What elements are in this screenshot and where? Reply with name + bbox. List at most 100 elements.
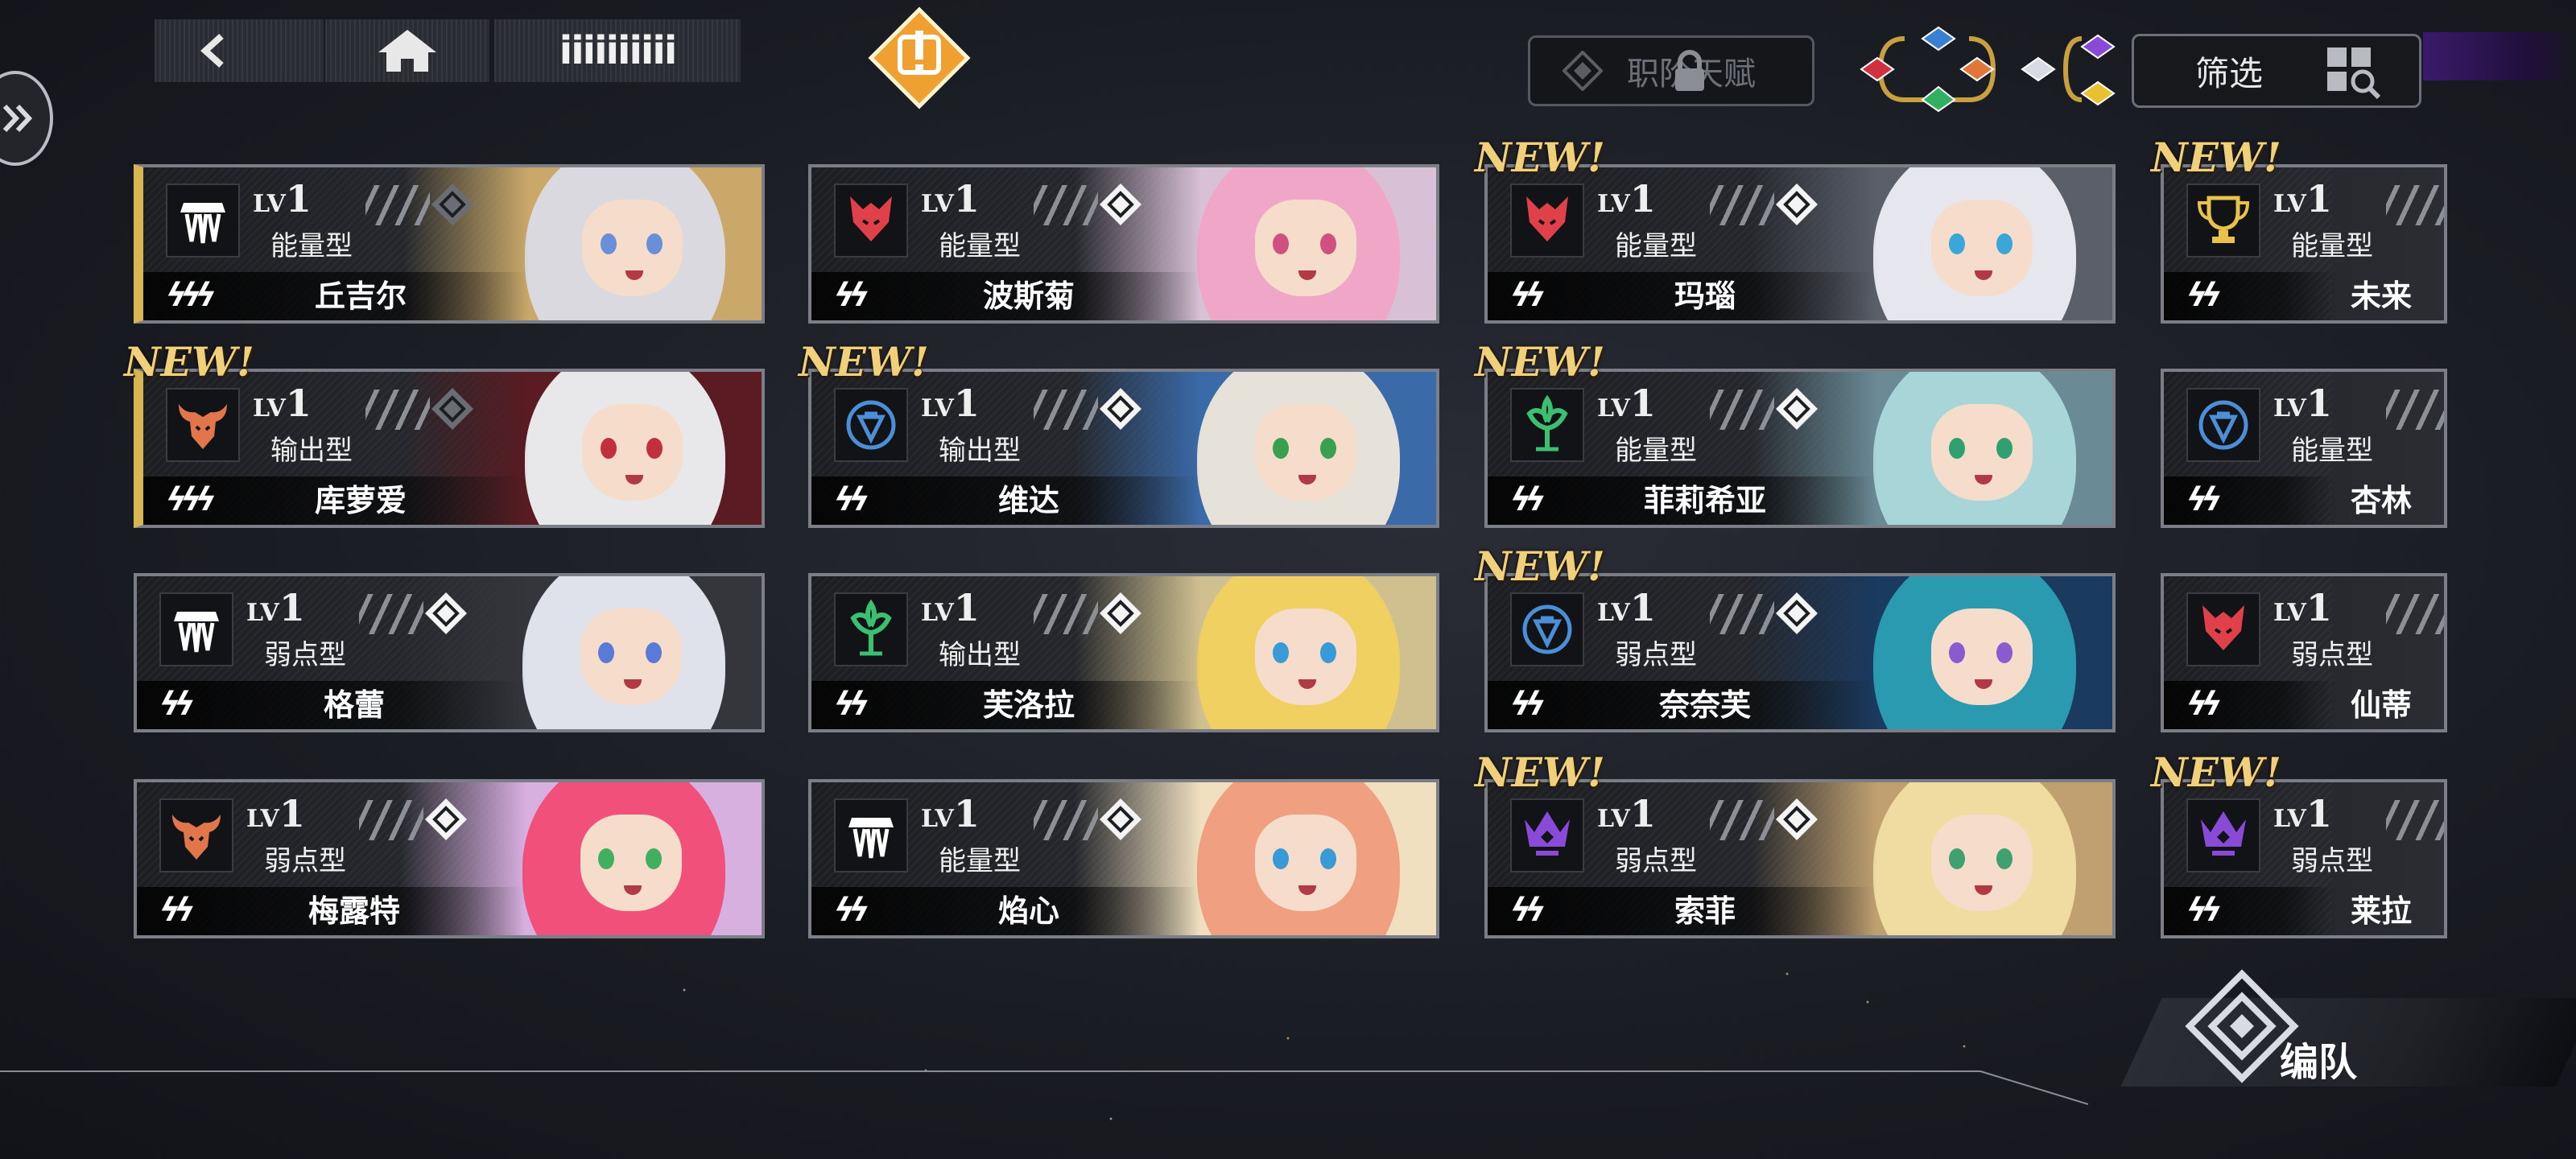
character-card[interactable]: LV1 能量型 ϟϟ 菲莉希亚 bbox=[1484, 369, 2116, 528]
level-label: LV1 bbox=[253, 177, 312, 221]
element-badge bbox=[1510, 592, 1584, 666]
element-badge bbox=[834, 184, 908, 258]
alert-diamond-icon[interactable] bbox=[868, 6, 971, 109]
rarity-stripes bbox=[1710, 800, 1774, 840]
character-card[interactable]: LV1 弱点型 ϟϟ 格蕾 bbox=[134, 573, 765, 732]
crown-element-icon bbox=[1525, 811, 1570, 856]
element-badge bbox=[2186, 388, 2260, 462]
level-value: 1 bbox=[1629, 382, 1656, 425]
character-card[interactable]: LV1 弱点型 ϟϟ 奈奈芙 bbox=[1484, 573, 2116, 732]
rarity-stripes bbox=[359, 800, 423, 840]
level-prefix: LV bbox=[1597, 190, 1630, 218]
level-prefix: LV bbox=[2273, 190, 2306, 218]
portrait-face bbox=[1930, 608, 2033, 705]
class-type-label: 能量型 bbox=[2291, 230, 2373, 262]
talent-emblem-icon bbox=[1563, 51, 1603, 91]
level-prefix: LV bbox=[921, 599, 954, 627]
rank-diamond-icon bbox=[1100, 592, 1141, 634]
level-label: LV1 bbox=[253, 382, 312, 425]
character-card[interactable]: LV1 弱点型 ϟϟ 仙蒂 bbox=[2161, 573, 2447, 732]
level-prefix: LV bbox=[253, 190, 286, 218]
class-type-label: 输出型 bbox=[939, 435, 1021, 467]
character-card[interactable]: LV1 输出型 ϟϟ 芙洛拉 bbox=[808, 573, 1439, 732]
back-button[interactable] bbox=[155, 19, 324, 82]
bolt-rank-icon: ϟϟ bbox=[834, 892, 870, 929]
rank-diamond-icon bbox=[431, 184, 473, 225]
bolt-rank-icon: ϟϟ bbox=[2186, 481, 2223, 518]
filter-button[interactable]: 筛选 bbox=[2132, 34, 2421, 108]
rank-diamond-icon bbox=[425, 798, 467, 840]
home-button[interactable] bbox=[325, 19, 489, 82]
character-name: 波斯菊 bbox=[982, 278, 1075, 314]
rarity-stripes bbox=[359, 594, 423, 634]
character-card[interactable]: LV1 输出型 ϟϟ 维达 bbox=[808, 369, 1439, 528]
portrait-face bbox=[582, 200, 683, 296]
title-bar: iiiiiiiiii bbox=[494, 19, 741, 82]
ox-element-icon bbox=[179, 404, 227, 449]
formation-button[interactable]: 编队 bbox=[2109, 966, 2576, 1103]
rank-diamond-icon bbox=[1776, 798, 1818, 840]
tree-element-icon bbox=[1526, 394, 1568, 452]
level-prefix: LV bbox=[246, 599, 279, 627]
crown-element-icon bbox=[2201, 811, 2246, 856]
portrait-face bbox=[1930, 200, 2033, 296]
rarity-stripes bbox=[2386, 594, 2444, 634]
character-card[interactable]: LV1 输出型 ϟϟϟ 库萝爱 bbox=[134, 369, 765, 528]
filter-search-icon bbox=[2327, 47, 2381, 100]
element-badge bbox=[159, 798, 233, 872]
character-name: 未来 bbox=[2350, 278, 2412, 314]
element-cycle-icon[interactable] bbox=[1848, 23, 2138, 116]
level-prefix: LV bbox=[921, 805, 954, 833]
portrait-eye-left bbox=[600, 233, 617, 254]
level-label: LV1 bbox=[921, 792, 980, 835]
side-menu-tab[interactable] bbox=[0, 71, 53, 166]
wolf-element-icon bbox=[2202, 605, 2244, 650]
character-card[interactable]: LV1 能量型 ϟϟϟ 丘吉尔 bbox=[134, 164, 765, 324]
element-badge bbox=[159, 592, 233, 666]
element-badge bbox=[1510, 388, 1584, 462]
class-type-label: 能量型 bbox=[939, 230, 1021, 262]
character-name: 莱拉 bbox=[2350, 893, 2412, 929]
character-card[interactable]: LV1 能量型 ϟϟ 杏林 bbox=[2161, 369, 2447, 528]
level-value: 1 bbox=[2306, 177, 2332, 221]
rank-diamond-icon bbox=[1100, 184, 1141, 225]
element-badge bbox=[2186, 798, 2260, 872]
rank-diamond-icon bbox=[1776, 388, 1818, 430]
rarity-stripes bbox=[2386, 800, 2444, 840]
level-value: 1 bbox=[279, 792, 305, 835]
character-card[interactable]: LV1 能量型 ϟϟ 玛瑙 bbox=[1484, 164, 2116, 324]
element-badge bbox=[834, 798, 908, 872]
character-name: 索菲 bbox=[1674, 893, 1736, 929]
character-card[interactable]: LV1 能量型 ϟϟ 焰心 bbox=[808, 779, 1439, 938]
bolt-rank-icon: ϟϟ bbox=[1510, 892, 1546, 929]
class-type-label: 能量型 bbox=[2291, 435, 2373, 467]
wing-element-icon bbox=[174, 612, 219, 653]
character-card[interactable]: LV1 能量型 ϟϟ 波斯菊 bbox=[808, 164, 1439, 324]
portrait-eye-right bbox=[1996, 438, 2013, 459]
class-talent-button[interactable]: 职阶天赋 bbox=[1528, 35, 1814, 106]
class-type-label: 能量型 bbox=[1615, 230, 1697, 262]
class-type-label: 弱点型 bbox=[2291, 639, 2373, 671]
lock-icon bbox=[1675, 50, 1704, 91]
level-value: 1 bbox=[2306, 792, 2332, 835]
trophy-element-icon bbox=[2197, 196, 2250, 243]
portrait-eye-left bbox=[600, 438, 617, 459]
rank-diamond-icon bbox=[1776, 592, 1818, 634]
bolt-rank-icon: ϟϟ bbox=[2186, 277, 2223, 314]
character-card[interactable]: LV1 弱点型 ϟϟ 索菲 bbox=[1484, 779, 2116, 938]
character-card[interactable]: LV1 弱点型 ϟϟ 莱拉 bbox=[2161, 779, 2447, 938]
level-value: 1 bbox=[953, 586, 980, 629]
character-card[interactable]: LV1 弱点型 ϟϟ 梅露特 bbox=[134, 779, 765, 938]
element-badge bbox=[166, 184, 240, 258]
character-name: 库萝爱 bbox=[314, 483, 407, 518]
character-card[interactable]: LV1 能量型 ϟϟ 未来 bbox=[2161, 164, 2447, 324]
portrait-eye-right bbox=[1319, 233, 1336, 254]
new-badge: NEW! bbox=[799, 338, 929, 386]
bolt-rank-icon: ϟϟϟ bbox=[166, 277, 217, 314]
character-name: 玛瑙 bbox=[1674, 278, 1736, 314]
element-badge bbox=[166, 388, 240, 462]
character-name: 芙洛拉 bbox=[982, 687, 1075, 723]
wing-element-icon bbox=[848, 818, 894, 859]
level-prefix: LV bbox=[253, 394, 286, 423]
new-badge: NEW! bbox=[1475, 134, 1605, 181]
